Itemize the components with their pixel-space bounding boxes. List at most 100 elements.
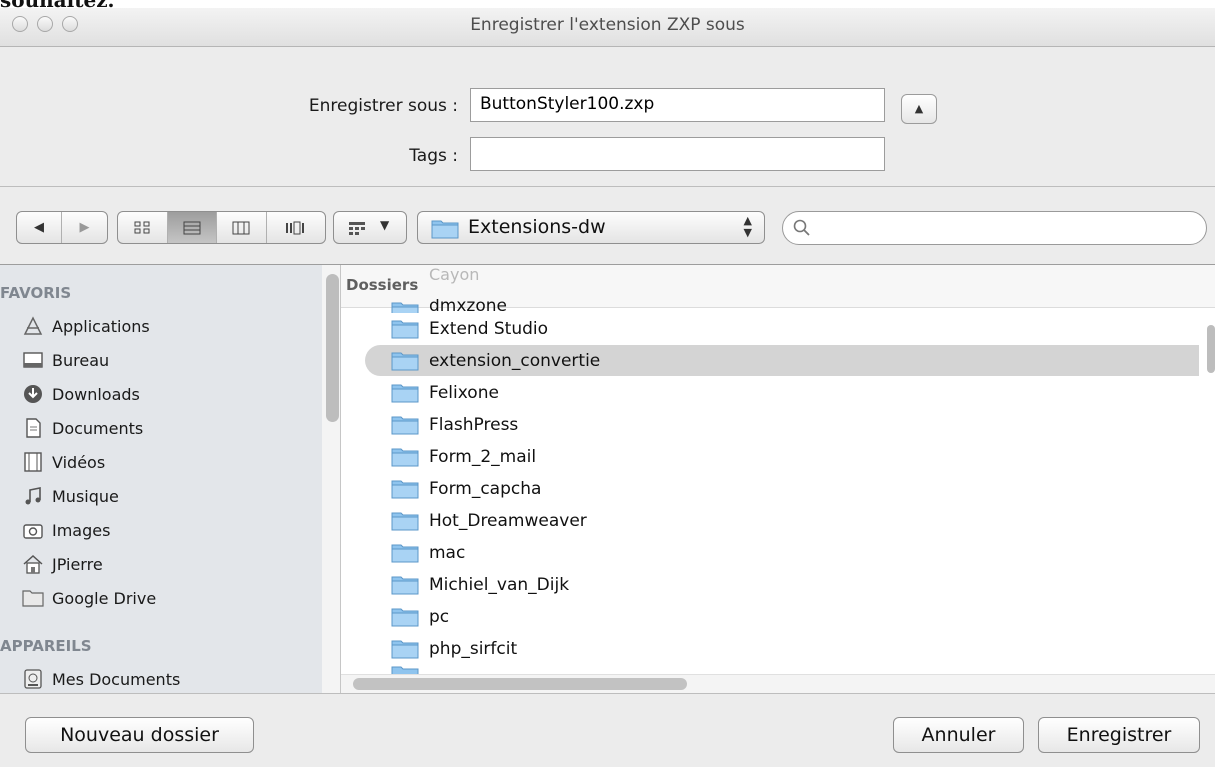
sidebar-item-google-drive[interactable]: Google Drive	[22, 582, 156, 614]
divider	[0, 693, 1215, 694]
tags-field[interactable]	[470, 137, 885, 171]
sidebar-item-documents[interactable]: Documents	[22, 412, 143, 444]
sidebar-item-label: Bureau	[52, 350, 110, 370]
sidebar-item-label: Applications	[52, 316, 150, 336]
sidebar-item-jpierre[interactable]: JPierre	[22, 548, 103, 580]
file-browser: Cayon Dossiers dmxzone Extend Studio exte…	[341, 265, 1215, 693]
drag-ghost-label: Cayon	[429, 265, 480, 284]
cover-flow-button[interactable]	[267, 212, 325, 243]
search-input[interactable]	[782, 211, 1207, 245]
arrange-grid-icon	[349, 222, 365, 235]
sidebar-item-label: Vidéos	[52, 452, 106, 472]
camera-icon	[22, 519, 44, 541]
save-button[interactable]: Enregistrer	[1038, 717, 1200, 753]
history-nav: ◀ ▶	[16, 211, 108, 244]
folder-name: Hot_Dreamweaver	[429, 510, 587, 531]
forward-arrow-icon: ▶	[79, 220, 90, 235]
list-item[interactable]: pc	[341, 601, 1199, 632]
new-folder-button[interactable]: Nouveau dossier	[25, 717, 254, 753]
folder-name: mac	[429, 542, 466, 563]
desktop-icon	[22, 349, 44, 371]
downloads-icon	[22, 383, 44, 405]
sidebar-item-label: Musique	[52, 486, 119, 506]
collapse-dialog-button[interactable]: ▲	[901, 94, 937, 124]
folder-name: Extend Studio	[429, 318, 549, 339]
sidebar-item-mes-documents[interactable]: Mes Documents	[22, 663, 180, 693]
sidebar-item-applications[interactable]: Applications	[22, 310, 150, 342]
sidebar-item-downloads[interactable]: Downloads	[22, 378, 140, 410]
sidebar-item-label: Images	[52, 520, 111, 540]
column-header-dossiers[interactable]: Dossiers	[346, 276, 418, 294]
folder-icon	[391, 511, 419, 531]
sidebar-section-favorites: FAVORIS	[0, 284, 72, 302]
arrange-button[interactable]: ▼	[333, 211, 407, 244]
folder-icon	[391, 639, 419, 659]
list-view-button[interactable]	[167, 212, 218, 243]
location-popup[interactable]: Extensions-dw ▲ ▼	[417, 211, 765, 244]
back-button[interactable]: ◀	[17, 212, 63, 243]
disk-icon	[22, 668, 44, 690]
sidebar: FAVORIS Applications Bureau Downloads Do…	[0, 265, 322, 693]
folder-icon	[22, 587, 44, 609]
window-title: Enregistrer l'extension ZXP sous	[470, 15, 745, 35]
tags-label: Tags :	[409, 146, 458, 166]
sidebar-item-musique[interactable]: Musique	[22, 480, 119, 512]
forward-button[interactable]: ▶	[62, 212, 107, 243]
sidebar-item-label: JPierre	[52, 554, 103, 574]
folder-icon	[391, 383, 419, 403]
folder-name: Form_2_mail	[429, 446, 537, 467]
cover-flow-icon	[285, 221, 304, 234]
videos-icon	[22, 451, 44, 473]
folder-name: extension_convertie	[429, 350, 601, 371]
list-item[interactable]: Form_capcha	[341, 473, 1199, 504]
sidebar-item-label: Google Drive	[52, 588, 157, 608]
list-icon	[183, 221, 201, 234]
icon-view-button[interactable]	[118, 212, 168, 243]
file-name-field[interactable]: ButtonStyler100.zxp	[470, 88, 885, 122]
sidebar-item-videos[interactable]: Vidéos	[22, 446, 105, 478]
search-icon	[793, 219, 810, 236]
sidebar-section-devices: APPAREILS	[0, 637, 92, 655]
sidebar-scrollbar[interactable]	[326, 274, 339, 422]
folder-name: Felixone	[429, 382, 499, 403]
list-item[interactable]: Felixone	[341, 377, 1199, 408]
cancel-button[interactable]: Annuler	[893, 717, 1024, 753]
triangle-up-icon: ▲	[914, 102, 924, 115]
sidebar-item-label: Mes Documents	[52, 669, 181, 689]
folder-icon	[391, 479, 419, 499]
folder-name: FlashPress	[429, 414, 519, 435]
columns-icon	[232, 221, 250, 234]
column-view-button[interactable]	[217, 212, 267, 243]
sidebar-item-bureau[interactable]: Bureau	[22, 344, 109, 376]
documents-icon	[22, 417, 44, 439]
folder-icon	[391, 351, 419, 371]
list-item[interactable]: Extend Studio	[341, 313, 1199, 344]
horizontal-scrollbar[interactable]	[353, 678, 687, 690]
view-mode-group	[117, 211, 326, 244]
list-item[interactable]: FlashPress	[341, 409, 1199, 440]
sidebar-item-label: Documents	[52, 418, 144, 438]
back-arrow-icon: ◀	[34, 220, 44, 235]
home-icon	[22, 553, 44, 575]
save-as-label: Enregistrer sous :	[308, 96, 458, 116]
folder-name: pc	[429, 606, 450, 627]
list-item[interactable]: extension_convertie	[365, 345, 1199, 376]
list-item[interactable]: dmxzone	[341, 299, 1199, 313]
folder-icon	[391, 415, 419, 435]
list-item[interactable]: Form_2_mail	[341, 441, 1199, 472]
list-item[interactable]: mac	[341, 537, 1199, 568]
folder-name: php_sirfcit	[429, 638, 518, 659]
list-item[interactable]: Michiel_van_Dijk	[341, 569, 1199, 600]
list-item[interactable]: Hot_Dreamweaver	[341, 505, 1199, 536]
sidebar-item-images[interactable]: Images	[22, 514, 110, 546]
updown-chevron-icon: ▲ ▼	[743, 214, 752, 239]
folder-name: Michiel_van_Dijk	[429, 574, 570, 595]
list-vertical-scrollbar[interactable]	[1207, 325, 1215, 373]
folder-name: Form_capcha	[429, 478, 542, 499]
folder-icon	[391, 319, 419, 339]
folder-icon	[391, 447, 419, 467]
icon-grid-icon	[134, 221, 150, 233]
folder-icon	[391, 301, 419, 313]
list-item[interactable]: php_sirfcit	[341, 633, 1199, 664]
sidebar-item-label: Downloads	[52, 384, 140, 404]
